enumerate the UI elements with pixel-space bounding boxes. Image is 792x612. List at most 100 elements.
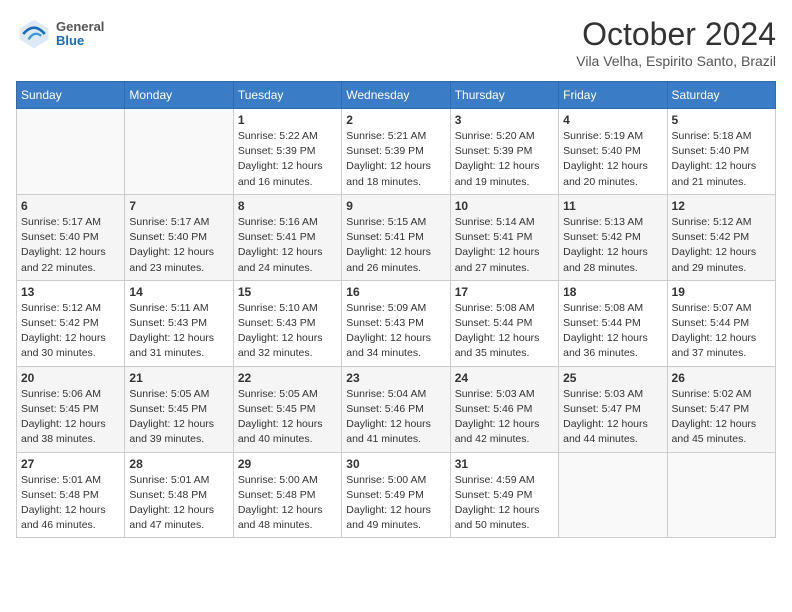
calendar-header: SundayMondayTuesdayWednesdayThursdayFrid…: [17, 82, 776, 109]
calendar-cell: 3Sunrise: 5:20 AMSunset: 5:39 PMDaylight…: [450, 109, 558, 195]
day-info: Sunrise: 5:00 AMSunset: 5:48 PMDaylight:…: [238, 473, 337, 534]
day-number: 24: [455, 371, 554, 385]
day-of-week-header: Thursday: [450, 82, 558, 109]
calendar-cell: 20 Sunrise: 5:06 AMSunset: 5:45 PMDayligh…: [17, 366, 125, 452]
day-info: Sunrise: 5:08 AMSunset: 5:44 PMDaylight:…: [455, 301, 554, 362]
logo: General Blue: [16, 16, 104, 52]
day-number: 4: [563, 113, 662, 127]
day-info: Sunrise: 5:02 AMSunset: 5:47 PMDaylight:…: [672, 387, 771, 448]
calendar-cell: 25 Sunrise: 5:03 AMSunset: 5:47 PMDayligh…: [559, 366, 667, 452]
calendar-cell: [559, 452, 667, 538]
day-info: Sunrise: 5:16 AMSunset: 5:41 PMDaylight:…: [238, 215, 337, 276]
day-number: 25: [563, 371, 662, 385]
calendar-cell: 28 Sunrise: 5:01 AMSunset: 5:48 PMDayligh…: [125, 452, 233, 538]
day-info: Sunrise: 5:12 AMSunset: 5:42 PMDaylight:…: [21, 301, 120, 362]
calendar-cell: 21 Sunrise: 5:05 AMSunset: 5:45 PMDayligh…: [125, 366, 233, 452]
calendar-week-row: 6 Sunrise: 5:17 AMSunset: 5:40 PMDaylight…: [17, 194, 776, 280]
logo-icon: [16, 16, 52, 52]
day-number: 14: [129, 285, 228, 299]
day-info: Sunrise: 5:21 AMSunset: 5:39 PMDaylight:…: [346, 129, 445, 190]
calendar-cell: 5Sunrise: 5:18 AMSunset: 5:40 PMDaylight…: [667, 109, 775, 195]
title-block: October 2024 Vila Velha, Espirito Santo,…: [576, 16, 776, 69]
day-info: Sunrise: 5:17 AMSunset: 5:40 PMDaylight:…: [129, 215, 228, 276]
day-number: 6: [21, 199, 120, 213]
calendar-table: SundayMondayTuesdayWednesdayThursdayFrid…: [16, 81, 776, 538]
calendar-cell: 13Sunrise: 5:12 AMSunset: 5:42 PMDayligh…: [17, 280, 125, 366]
day-number: 23: [346, 371, 445, 385]
calendar-cell: 18Sunrise: 5:08 AMSunset: 5:44 PMDayligh…: [559, 280, 667, 366]
day-info: Sunrise: 4:59 AMSunset: 5:49 PMDaylight:…: [455, 473, 554, 534]
calendar-week-row: 27 Sunrise: 5:01 AMSunset: 5:48 PMDayligh…: [17, 452, 776, 538]
day-number: 15: [238, 285, 337, 299]
day-number: 9: [346, 199, 445, 213]
day-info: Sunrise: 5:19 AMSunset: 5:40 PMDaylight:…: [563, 129, 662, 190]
day-info: Sunrise: 5:12 AMSunset: 5:42 PMDaylight:…: [672, 215, 771, 276]
day-number: 31: [455, 457, 554, 471]
day-number: 8: [238, 199, 337, 213]
calendar-body: 1Sunrise: 5:22 AMSunset: 5:39 PMDaylight…: [17, 109, 776, 538]
day-of-week-header: Friday: [559, 82, 667, 109]
day-info: Sunrise: 5:09 AMSunset: 5:43 PMDaylight:…: [346, 301, 445, 362]
calendar-cell: 10 Sunrise: 5:14 AMSunset: 5:41 PMDayligh…: [450, 194, 558, 280]
day-number: 12: [672, 199, 771, 213]
day-of-week-header: Saturday: [667, 82, 775, 109]
calendar-week-row: 20 Sunrise: 5:06 AMSunset: 5:45 PMDayligh…: [17, 366, 776, 452]
day-number: 27: [21, 457, 120, 471]
day-info: Sunrise: 5:03 AMSunset: 5:46 PMDaylight:…: [455, 387, 554, 448]
days-of-week-row: SundayMondayTuesdayWednesdayThursdayFrid…: [17, 82, 776, 109]
day-number: 16: [346, 285, 445, 299]
logo-text: General Blue: [56, 20, 104, 49]
day-number: 28: [129, 457, 228, 471]
day-of-week-header: Monday: [125, 82, 233, 109]
day-info: Sunrise: 5:10 AMSunset: 5:43 PMDaylight:…: [238, 301, 337, 362]
calendar-cell: [125, 109, 233, 195]
calendar-cell: 27 Sunrise: 5:01 AMSunset: 5:48 PMDayligh…: [17, 452, 125, 538]
day-number: 1: [238, 113, 337, 127]
calendar-cell: 22 Sunrise: 5:05 AMSunset: 5:45 PMDayligh…: [233, 366, 341, 452]
calendar-cell: 9Sunrise: 5:15 AMSunset: 5:41 PMDaylight…: [342, 194, 450, 280]
day-info: Sunrise: 5:08 AMSunset: 5:44 PMDaylight:…: [563, 301, 662, 362]
day-number: 3: [455, 113, 554, 127]
day-number: 22: [238, 371, 337, 385]
calendar-cell: 4 Sunrise: 5:19 AMSunset: 5:40 PMDaylight…: [559, 109, 667, 195]
location: Vila Velha, Espirito Santo, Brazil: [576, 53, 776, 69]
day-info: Sunrise: 5:13 AMSunset: 5:42 PMDaylight:…: [563, 215, 662, 276]
day-info: Sunrise: 5:05 AMSunset: 5:45 PMDaylight:…: [238, 387, 337, 448]
page-header: General Blue October 2024 Vila Velha, Es…: [16, 16, 776, 69]
logo-general: General: [56, 20, 104, 34]
day-info: Sunrise: 5:17 AMSunset: 5:40 PMDaylight:…: [21, 215, 120, 276]
day-info: Sunrise: 5:04 AMSunset: 5:46 PMDaylight:…: [346, 387, 445, 448]
calendar-week-row: 13Sunrise: 5:12 AMSunset: 5:42 PMDayligh…: [17, 280, 776, 366]
day-info: Sunrise: 5:01 AMSunset: 5:48 PMDaylight:…: [21, 473, 120, 534]
day-info: Sunrise: 5:06 AMSunset: 5:45 PMDaylight:…: [21, 387, 120, 448]
month-title: October 2024: [576, 16, 776, 53]
calendar-cell: 12 Sunrise: 5:12 AMSunset: 5:42 PMDayligh…: [667, 194, 775, 280]
day-info: Sunrise: 5:14 AMSunset: 5:41 PMDaylight:…: [455, 215, 554, 276]
day-of-week-header: Sunday: [17, 82, 125, 109]
calendar-cell: 26 Sunrise: 5:02 AMSunset: 5:47 PMDayligh…: [667, 366, 775, 452]
day-number: 10: [455, 199, 554, 213]
day-info: Sunrise: 5:07 AMSunset: 5:44 PMDaylight:…: [672, 301, 771, 362]
calendar-cell: 16 Sunrise: 5:09 AMSunset: 5:43 PMDayligh…: [342, 280, 450, 366]
calendar-cell: 19Sunrise: 5:07 AMSunset: 5:44 PMDayligh…: [667, 280, 775, 366]
day-number: 26: [672, 371, 771, 385]
calendar-cell: 29Sunrise: 5:00 AMSunset: 5:48 PMDayligh…: [233, 452, 341, 538]
day-number: 20: [21, 371, 120, 385]
day-number: 2: [346, 113, 445, 127]
calendar-cell: 6 Sunrise: 5:17 AMSunset: 5:40 PMDaylight…: [17, 194, 125, 280]
calendar-cell: 15 Sunrise: 5:10 AMSunset: 5:43 PMDayligh…: [233, 280, 341, 366]
day-info: Sunrise: 5:18 AMSunset: 5:40 PMDaylight:…: [672, 129, 771, 190]
calendar-cell: 31 Sunrise: 4:59 AMSunset: 5:49 PMDayligh…: [450, 452, 558, 538]
logo-blue: Blue: [56, 34, 104, 48]
day-info: Sunrise: 5:05 AMSunset: 5:45 PMDaylight:…: [129, 387, 228, 448]
day-info: Sunrise: 5:03 AMSunset: 5:47 PMDaylight:…: [563, 387, 662, 448]
calendar-cell: [667, 452, 775, 538]
calendar-cell: 23 Sunrise: 5:04 AMSunset: 5:46 PMDayligh…: [342, 366, 450, 452]
day-number: 21: [129, 371, 228, 385]
calendar-cell: 7Sunrise: 5:17 AMSunset: 5:40 PMDaylight…: [125, 194, 233, 280]
day-info: Sunrise: 5:01 AMSunset: 5:48 PMDaylight:…: [129, 473, 228, 534]
day-of-week-header: Tuesday: [233, 82, 341, 109]
day-number: 30: [346, 457, 445, 471]
calendar-cell: [17, 109, 125, 195]
calendar-cell: 2 Sunrise: 5:21 AMSunset: 5:39 PMDaylight…: [342, 109, 450, 195]
